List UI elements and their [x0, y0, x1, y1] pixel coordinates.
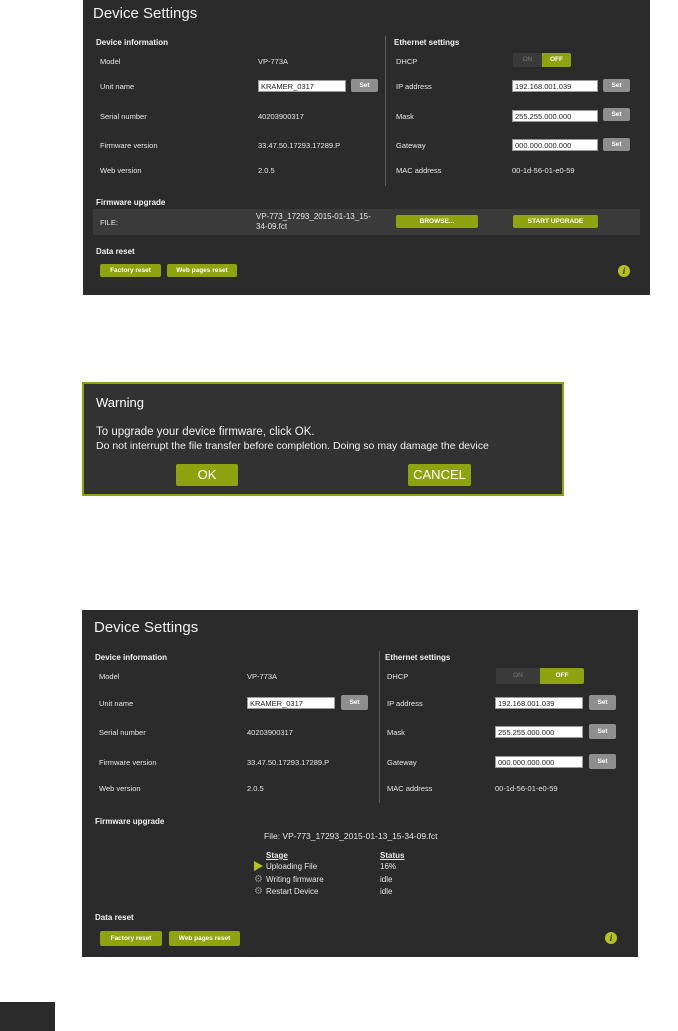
- start-upgrade-button[interactable]: START UPGRADE: [513, 215, 598, 228]
- ip-address-set-button[interactable]: Set: [589, 695, 616, 710]
- dhcp-toggle[interactable]: ON OFF: [496, 668, 584, 684]
- firmware-version-label: Firmware version: [99, 758, 157, 767]
- serial-number-label: Serial number: [99, 728, 146, 737]
- factory-reset-button[interactable]: Factory reset: [100, 931, 162, 946]
- unit-name-label: Unit name: [100, 82, 135, 91]
- web-pages-reset-button[interactable]: Web pages reset: [167, 264, 237, 277]
- firmware-upgrade-heading: Firmware upgrade: [96, 198, 166, 207]
- info-icon[interactable]: i: [618, 265, 630, 277]
- web-version-label: Web version: [100, 166, 142, 175]
- column-divider: [385, 36, 386, 186]
- ip-address-label: IP address: [396, 82, 432, 91]
- dhcp-off-option[interactable]: OFF: [542, 53, 571, 67]
- ip-address-input[interactable]: 192.168.001.039: [495, 697, 583, 709]
- mac-address-value: 00-1d-56-01-e0-59: [495, 784, 558, 793]
- web-version-label: Web version: [99, 784, 141, 793]
- stage-writing-firmware-status: idle: [380, 875, 393, 884]
- unit-name-set-button[interactable]: Set: [351, 79, 378, 92]
- unit-name-input[interactable]: KRAMER_0317: [247, 697, 335, 709]
- data-reset-heading: Data reset: [95, 913, 134, 922]
- dialog-title: Warning: [96, 395, 144, 410]
- mac-address-value: 00-1d-56-01-e0-59: [512, 166, 575, 175]
- page-title: Device Settings: [93, 5, 198, 22]
- play-icon: [254, 861, 263, 871]
- model-label: Model: [100, 57, 121, 66]
- firmware-upgrade-heading: Firmware upgrade: [95, 817, 165, 826]
- gear-icon: ⚙: [254, 874, 263, 885]
- stage-writing-firmware: Writing firmware: [266, 875, 324, 884]
- model-label: Model: [99, 672, 120, 681]
- page-footer-block: [0, 1002, 55, 1031]
- firmware-version-value: 33.47.50.17293.17289.P: [258, 141, 341, 150]
- gateway-input[interactable]: 000.000.000.000: [495, 756, 583, 768]
- mask-set-button[interactable]: Set: [603, 108, 630, 121]
- browse-button[interactable]: BROWSE...: [396, 215, 478, 228]
- mac-address-label: MAC address: [387, 784, 433, 793]
- gateway-set-button[interactable]: Set: [589, 754, 616, 769]
- gateway-label: Gateway: [396, 141, 426, 150]
- warning-dialog: Warning To upgrade your device firmware,…: [82, 382, 564, 496]
- firmware-version-label: Firmware version: [100, 141, 158, 150]
- stage-restart-device: Restart Device: [266, 887, 319, 896]
- gateway-input[interactable]: 000.000.000.000: [512, 139, 598, 151]
- stage-column-header: Stage: [266, 851, 288, 860]
- web-version-value: 2.0.5: [258, 166, 275, 175]
- device-info-heading: Device information: [96, 38, 169, 47]
- model-value: VP-773A: [247, 672, 278, 681]
- model-value: VP-773A: [258, 57, 289, 66]
- device-settings-panel-upgrading: Device Settings Device information Model…: [82, 610, 638, 957]
- ok-button[interactable]: OK: [176, 464, 238, 486]
- mask-label: Mask: [387, 728, 405, 737]
- dhcp-off-option[interactable]: OFF: [540, 668, 584, 684]
- file-label: FILE:: [100, 218, 118, 227]
- dhcp-on-option[interactable]: ON: [513, 53, 542, 67]
- dialog-message-line2: Do not interrupt the file transfer befor…: [96, 440, 489, 452]
- factory-reset-button[interactable]: Factory reset: [100, 264, 161, 277]
- unit-name-set-button[interactable]: Set: [341, 695, 368, 710]
- column-divider: [379, 651, 380, 803]
- gateway-set-button[interactable]: Set: [603, 138, 630, 151]
- serial-number-value: 40203900317: [258, 112, 304, 121]
- web-version-value: 2.0.5: [247, 784, 264, 793]
- data-reset-heading: Data reset: [96, 247, 135, 256]
- info-icon[interactable]: i: [605, 932, 617, 944]
- unit-name-input[interactable]: KRAMER_0317: [258, 80, 346, 92]
- ip-address-set-button[interactable]: Set: [603, 79, 630, 92]
- ethernet-settings-heading: Ethernet settings: [385, 653, 451, 662]
- upgrade-file-name: File: VP-773_17293_2015-01-13_15-34-09.f…: [264, 831, 438, 841]
- mac-address-label: MAC address: [396, 166, 442, 175]
- firmware-version-value: 33.47.50.17293.17289.P: [247, 758, 330, 767]
- dhcp-label: DHCP: [396, 57, 418, 66]
- cancel-button[interactable]: CANCEL: [408, 464, 471, 486]
- dhcp-on-option[interactable]: ON: [496, 668, 540, 684]
- dhcp-toggle[interactable]: ON OFF: [513, 53, 571, 67]
- ip-address-input[interactable]: 192.168.001.039: [512, 80, 598, 92]
- serial-number-value: 40203900317: [247, 728, 293, 737]
- mask-input[interactable]: 255.255.000.000: [512, 110, 598, 122]
- file-name-line2: 34-09.fct: [256, 222, 288, 231]
- gateway-label: Gateway: [387, 758, 417, 767]
- stage-uploading-file: Uploading File: [266, 862, 318, 871]
- mask-label: Mask: [396, 112, 414, 121]
- unit-name-label: Unit name: [99, 699, 134, 708]
- web-pages-reset-button[interactable]: Web pages reset: [169, 931, 240, 946]
- serial-number-label: Serial number: [100, 112, 147, 121]
- ethernet-settings-heading: Ethernet settings: [394, 38, 460, 47]
- page-title: Device Settings: [94, 619, 199, 636]
- gear-icon: ⚙: [254, 886, 263, 897]
- file-name-line1: VP-773_17293_2015-01-13_15-: [256, 212, 371, 221]
- dhcp-label: DHCP: [387, 672, 409, 681]
- mask-set-button[interactable]: Set: [589, 724, 616, 739]
- device-settings-panel: Device Settings Device information Model…: [83, 0, 650, 295]
- device-info-heading: Device information: [95, 653, 168, 662]
- ip-address-label: IP address: [387, 699, 423, 708]
- status-column-header: Status: [380, 851, 405, 860]
- stage-uploading-file-status: 16%: [380, 862, 397, 871]
- mask-input[interactable]: 255.255.000.000: [495, 726, 583, 738]
- stage-restart-device-status: idle: [380, 887, 393, 896]
- dialog-message-line1: To upgrade your device firmware, click O…: [96, 426, 315, 438]
